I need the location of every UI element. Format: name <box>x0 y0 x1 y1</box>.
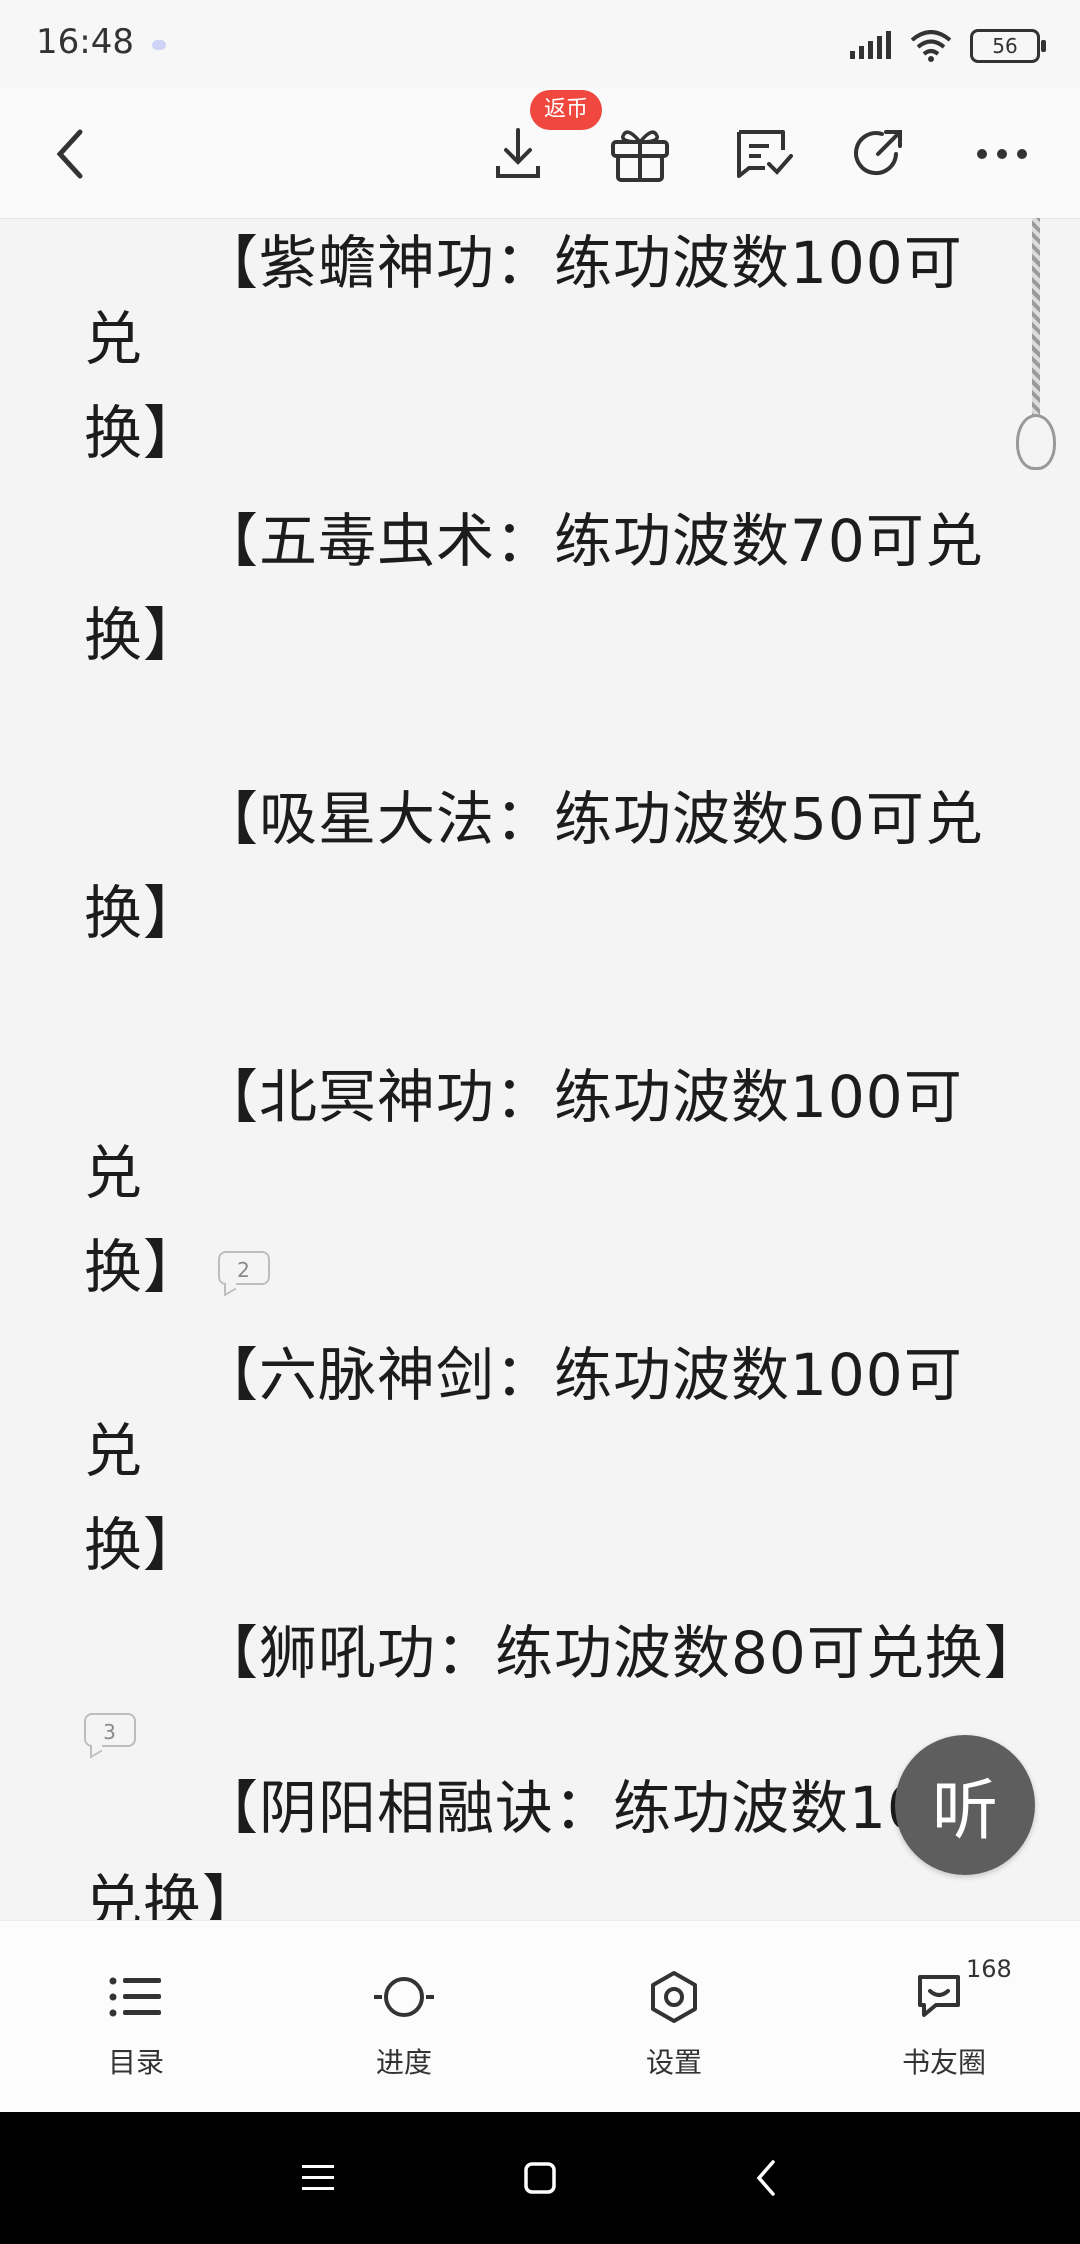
paragraph-text: 换】 <box>84 1233 203 1301</box>
nav-item-progress[interactable]: 进度 <box>304 1921 504 2113</box>
paragraph-text: 【紫蟾神功：练功波数100可兑 <box>84 229 963 373</box>
back-arrow-icon <box>756 2160 775 2196</box>
paragraph-text: 【北冥神功：练功波数100可兑 <box>84 1063 963 1207</box>
progress-icon <box>368 1961 440 2033</box>
paragraph-comment-button[interactable]: 3 <box>84 1712 136 1753</box>
paragraph-comment-button[interactable]: 2 <box>218 1250 271 1291</box>
paragraph: 【吸星大法：练功波数50可兑 换】 <box>84 781 1004 976</box>
battery-indicator: 56 <box>970 29 1046 63</box>
paragraph-text: 换】 <box>84 879 203 947</box>
status-time: 16:48 <box>36 22 134 62</box>
signal-icon <box>850 31 891 59</box>
paragraph-text: 【阴阳相融诀：练功波数10 <box>200 1774 925 1842</box>
paragraph-text: 【五毒虫术：练功波数70可兑 <box>200 507 984 575</box>
settings-icon <box>638 1961 710 2033</box>
paragraph-text: 换】 <box>84 399 203 467</box>
paragraph-text: 【吸星大法：练功波数50可兑 <box>200 785 984 853</box>
home-button[interactable] <box>504 2142 576 2214</box>
nav-label: 目录 <box>107 2046 164 2079</box>
menu-icon <box>302 2165 334 2190</box>
nav-label: 书友圈 <box>901 2046 986 2079</box>
nav-item-community[interactable]: 168 书友圈 <box>844 1921 1044 2113</box>
paragraph-text: 兑换】 <box>84 1868 262 1920</box>
nav-label: 设置 <box>645 2046 702 2079</box>
nav-label: 进度 <box>375 2046 432 2079</box>
review-button[interactable] <box>728 118 800 190</box>
more-button[interactable] <box>966 118 1038 190</box>
system-back-button[interactable] <box>730 2142 802 2214</box>
comment-check-icon <box>737 130 793 178</box>
home-square-icon <box>524 2162 556 2194</box>
comment-count: 3 <box>84 1712 136 1747</box>
list-icon <box>100 1961 172 2033</box>
paragraph-text: 换】 <box>84 1511 203 1579</box>
listen-button[interactable]: 听 <box>895 1735 1035 1875</box>
share-icon <box>854 130 902 176</box>
chapter-content: 【紫蟾神功：练功波数100可兑 换】 【五毒虫术：练功波数70可兑 换】 【吸星… <box>0 218 1080 1920</box>
nav-item-settings[interactable]: 设置 <box>574 1921 774 2113</box>
paragraph-text: 【狮吼功：练功波数80可兑换】 <box>200 1619 1043 1687</box>
reader-bottom-nav: 目录 进度 设置 168 书友圈 <box>0 1920 1080 2113</box>
nav-item-catalog[interactable]: 目录 <box>36 1921 236 2113</box>
paragraph: 【狮吼功：练功波数80可兑换】 3 <box>84 1615 1064 1767</box>
notification-dot-icon <box>152 40 166 50</box>
rebate-badge: 返币 <box>530 90 603 130</box>
comment-count: 2 <box>218 1250 271 1285</box>
status-icons: 56 <box>848 26 1046 66</box>
download-icon <box>496 128 540 178</box>
status-bar: 16:48 56 <box>0 0 1080 88</box>
pull-rope-handle[interactable] <box>1032 218 1040 418</box>
paragraph-text: 换】 <box>84 601 203 669</box>
system-nav-bar <box>0 2112 1080 2244</box>
gift-button[interactable] <box>604 118 676 190</box>
wifi-icon <box>910 30 952 62</box>
pull-rope-knob-icon[interactable] <box>1016 414 1056 470</box>
community-count-badge: 168 <box>966 1955 1012 1983</box>
paragraph: 【六脉神剑：练功波数100可兑 换】 <box>84 1337 1004 1608</box>
back-button[interactable] <box>34 118 106 190</box>
paragraph: 【阴阳相融诀：练功波数10 兑换】 <box>84 1770 1004 1920</box>
paragraph: 【北冥神功：练功波数100可兑 换】 2 <box>84 1059 1004 1330</box>
menu-button[interactable] <box>282 2142 354 2214</box>
more-icon <box>977 149 1027 159</box>
share-button[interactable] <box>842 118 914 190</box>
paragraph-text: 【六脉神剑：练功波数100可兑 <box>84 1341 963 1485</box>
chevron-left-icon <box>56 129 83 179</box>
paragraph: 【紫蟾神功：练功波数100可兑 换】 <box>84 225 1004 496</box>
paragraph: 【五毒虫术：练功波数70可兑 换】 <box>84 503 1004 698</box>
gift-icon <box>611 130 669 182</box>
